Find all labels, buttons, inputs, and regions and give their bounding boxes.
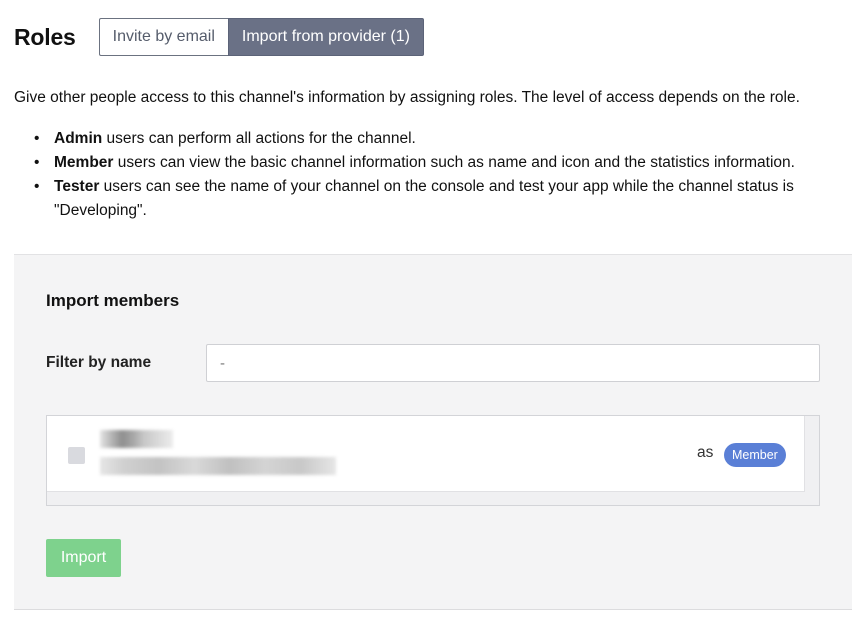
member-email-redacted xyxy=(100,457,336,475)
member-list[interactable]: as Member xyxy=(46,415,820,506)
tab-group: Invite by email Import from provider (1) xyxy=(98,18,424,56)
member-name-redacted xyxy=(100,430,173,448)
role-item-tester: • Tester users can see the name of your … xyxy=(34,175,834,223)
filter-label: Filter by name xyxy=(46,354,152,371)
roles-description: Give other people access to this channel… xyxy=(14,89,800,106)
bullet-icon: • xyxy=(34,130,40,147)
role-name: Tester xyxy=(54,178,100,195)
as-label: as xyxy=(697,444,714,461)
import-button[interactable]: Import xyxy=(46,539,121,577)
header: Roles Invite by email Import from provid… xyxy=(14,18,424,56)
role-description: users can view the basic channel informa… xyxy=(113,154,795,171)
member-role-badge: Member xyxy=(724,443,786,467)
filter-by-name-input[interactable] xyxy=(206,344,820,382)
page-title: Roles xyxy=(14,23,76,50)
member-row: as Member xyxy=(47,416,805,492)
role-name: Member xyxy=(54,154,114,171)
bullet-icon: • xyxy=(34,154,40,171)
import-members-panel: Import members Filter by name as Member … xyxy=(14,254,852,610)
role-description: users can perform all actions for the ch… xyxy=(102,130,416,147)
role-item-member: • Member users can view the basic channe… xyxy=(34,151,834,175)
import-members-title: Import members xyxy=(46,291,180,310)
member-checkbox[interactable] xyxy=(68,447,85,464)
role-item-admin: • Admin users can perform all actions fo… xyxy=(34,127,834,151)
role-description: users can see the name of your channel o… xyxy=(54,178,794,219)
tab-import-from-provider[interactable]: Import from provider (1) xyxy=(227,18,424,56)
bullet-icon: • xyxy=(34,178,40,195)
role-name: Admin xyxy=(54,130,103,147)
roles-list: • Admin users can perform all actions fo… xyxy=(34,127,834,223)
tab-invite-by-email[interactable]: Invite by email xyxy=(98,18,228,56)
